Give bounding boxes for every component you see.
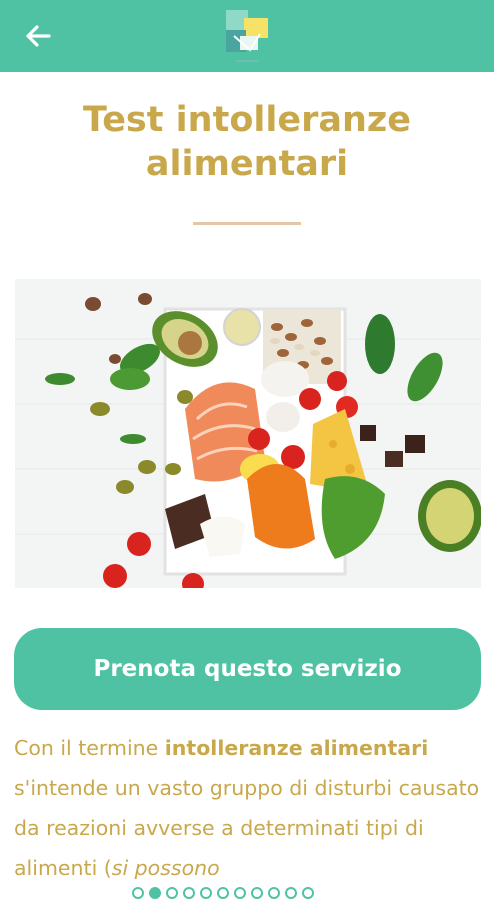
- pager-dot[interactable]: [149, 887, 161, 899]
- pager-dot[interactable]: [285, 887, 297, 899]
- description-text-continued: s'intende un vasto gruppo di disturbi ca…: [14, 776, 480, 880]
- hero-image: [15, 279, 481, 588]
- description-text-start: Con il termine: [14, 736, 165, 760]
- pager-dot[interactable]: [132, 887, 144, 899]
- description-italic: si possono: [111, 856, 220, 880]
- page-indicator: [132, 884, 314, 902]
- pager-dot[interactable]: [166, 887, 178, 899]
- pager-dot[interactable]: [234, 887, 246, 899]
- service-description: Con il termine intolleranze alimentari s…: [14, 728, 484, 900]
- clinic-logo: [226, 10, 268, 62]
- description-highlight: intolleranze alimentari: [164, 736, 429, 760]
- pager-dot[interactable]: [217, 887, 229, 899]
- pager-dot[interactable]: [302, 887, 314, 899]
- arrow-left-icon: [26, 25, 51, 47]
- title-divider: [193, 222, 301, 225]
- page-title: Test intolleranze alimentari: [82, 100, 412, 184]
- book-service-button[interactable]: Prenota questo servizio: [14, 628, 481, 710]
- pager-dot[interactable]: [268, 887, 280, 899]
- back-button[interactable]: [18, 16, 58, 56]
- pager-dot[interactable]: [183, 887, 195, 899]
- app-header: [0, 0, 494, 72]
- pager-dot[interactable]: [200, 887, 212, 899]
- pager-dot[interactable]: [251, 887, 263, 899]
- food-illustration: [15, 293, 481, 588]
